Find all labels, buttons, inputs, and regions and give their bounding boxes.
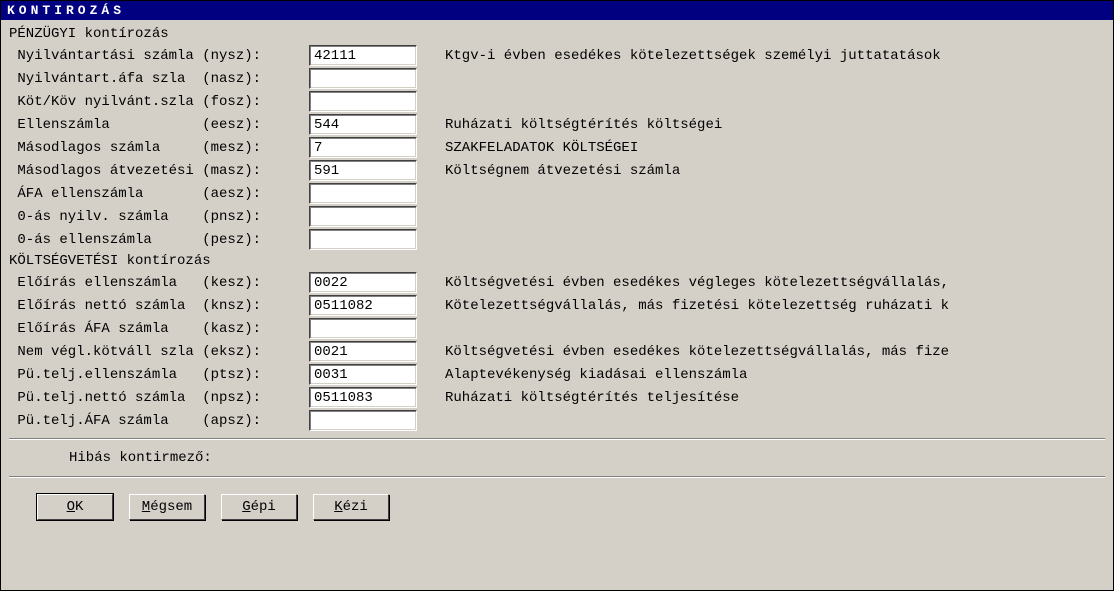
row-knsz: Előírás nettó számla (knsz): Kötelezetts… xyxy=(9,294,1105,317)
label-npsz: Pü.telj.nettó számla (npsz): xyxy=(9,390,309,406)
label-ptsz: Pü.telj.ellenszámla (ptsz): xyxy=(9,367,309,383)
row-eesz: Ellenszámla (eesz): Ruházati költségtérí… xyxy=(9,113,1105,136)
input-npsz[interactable] xyxy=(309,387,417,408)
row-nasz: Nyilvántart.áfa szla (nasz): xyxy=(9,67,1105,90)
row-npsz: Pü.telj.nettó számla (npsz): Ruházati kö… xyxy=(9,386,1105,409)
divider-top xyxy=(9,438,1105,440)
desc-eksz: Költségvetési évben esedékes kötelezetts… xyxy=(445,344,949,360)
input-aesz[interactable] xyxy=(309,183,417,204)
label-kasz: Előírás ÁFA számla (kasz): xyxy=(9,321,309,337)
desc-mesz: SZAKFELADATOK KÖLTSÉGEI xyxy=(445,140,638,156)
input-kesz[interactable] xyxy=(309,272,417,293)
row-apsz: Pü.telj.ÁFA számla (apsz): xyxy=(9,409,1105,432)
desc-masz: Költségnem átvezetési számla xyxy=(445,163,680,179)
label-aesz: ÁFA ellenszámla (aesz): xyxy=(9,186,309,202)
label-pesz: 0-ás ellenszámla (pesz): xyxy=(9,232,309,248)
input-nysz[interactable] xyxy=(309,45,417,66)
input-kasz[interactable] xyxy=(309,318,417,339)
input-fosz[interactable] xyxy=(309,91,417,112)
label-pnsz: 0-ás nyilv. számla (pnsz): xyxy=(9,209,309,225)
kezi-button[interactable]: Kézi xyxy=(313,494,389,520)
row-mesz: Másodlagos számla (mesz): SZAKFELADATOK … xyxy=(9,136,1105,159)
label-mesz: Másodlagos számla (mesz): xyxy=(9,140,309,156)
row-masz: Másodlagos átvezetési (masz): Költségnem… xyxy=(9,159,1105,182)
label-kesz: Előírás ellenszámla (kesz): xyxy=(9,275,309,291)
label-apsz: Pü.telj.ÁFA számla (apsz): xyxy=(9,413,309,429)
label-knsz: Előírás nettó számla (knsz): xyxy=(9,298,309,314)
gepi-button[interactable]: Gépi xyxy=(221,494,297,520)
window-content: PÉNZÜGYI kontírozás Nyilvántartási száml… xyxy=(1,20,1113,590)
input-pnsz[interactable] xyxy=(309,206,417,227)
desc-eesz: Ruházati költségtérítés költségei xyxy=(445,117,722,133)
row-kasz: Előírás ÁFA számla (kasz): xyxy=(9,317,1105,340)
section-koltsegvetesi: KÖLTSÉGVETÉSI kontírozás xyxy=(9,253,1105,269)
row-fosz: Köt/Köv nyilvánt.szla (fosz): xyxy=(9,90,1105,113)
cancel-button[interactable]: Mégsem xyxy=(129,494,205,520)
desc-npsz: Ruházati költségtérítés teljesítése xyxy=(445,390,739,406)
status-row: Hibás kontirmező: xyxy=(9,446,1105,470)
label-nasz: Nyilvántart.áfa szla (nasz): xyxy=(9,71,309,87)
input-apsz[interactable] xyxy=(309,410,417,431)
row-aesz: ÁFA ellenszámla (aesz): xyxy=(9,182,1105,205)
input-nasz[interactable] xyxy=(309,68,417,89)
input-pesz[interactable] xyxy=(309,229,417,250)
row-ptsz: Pü.telj.ellenszámla (ptsz): Alaptevékeny… xyxy=(9,363,1105,386)
desc-knsz: Kötelezettségvállalás, más fizetési köte… xyxy=(445,298,949,314)
label-masz: Másodlagos átvezetési (masz): xyxy=(9,163,309,179)
label-eksz: Nem végl.kötváll szla (eksz): xyxy=(9,344,309,360)
row-kesz: Előírás ellenszámla (kesz): Költségvetés… xyxy=(9,271,1105,294)
desc-nysz: Ktgv-i évben esedékes kötelezettségek sz… xyxy=(445,48,941,64)
button-row: OK Mégsem Gépi Kézi xyxy=(9,484,1105,520)
input-eesz[interactable] xyxy=(309,114,417,135)
label-eesz: Ellenszámla (eesz): xyxy=(9,117,309,133)
input-masz[interactable] xyxy=(309,160,417,181)
row-pesz: 0-ás ellenszámla (pesz): xyxy=(9,228,1105,251)
row-pnsz: 0-ás nyilv. számla (pnsz): xyxy=(9,205,1105,228)
input-ptsz[interactable] xyxy=(309,364,417,385)
row-eksz: Nem végl.kötváll szla (eksz): Költségvet… xyxy=(9,340,1105,363)
section-penzugyi: PÉNZÜGYI kontírozás xyxy=(9,26,1105,42)
desc-kesz: Költségvetési évben esedékes végleges kö… xyxy=(445,275,949,291)
label-fosz: Köt/Köv nyilvánt.szla (fosz): xyxy=(9,94,309,110)
status-label: Hibás kontirmező: xyxy=(69,450,212,466)
ok-button[interactable]: OK xyxy=(37,494,113,520)
window-title: KONTIROZÁS xyxy=(1,1,1113,20)
input-eksz[interactable] xyxy=(309,341,417,362)
row-nysz: Nyilvántartási számla (nysz): Ktgv-i évb… xyxy=(9,44,1105,67)
desc-ptsz: Alaptevékenység kiadásai ellenszámla xyxy=(445,367,747,383)
input-mesz[interactable] xyxy=(309,137,417,158)
input-knsz[interactable] xyxy=(309,295,417,316)
kontirozas-dialog: KONTIROZÁS PÉNZÜGYI kontírozás Nyilvánta… xyxy=(0,0,1114,591)
label-nysz: Nyilvántartási számla (nysz): xyxy=(9,48,309,64)
divider-bottom xyxy=(9,476,1105,478)
